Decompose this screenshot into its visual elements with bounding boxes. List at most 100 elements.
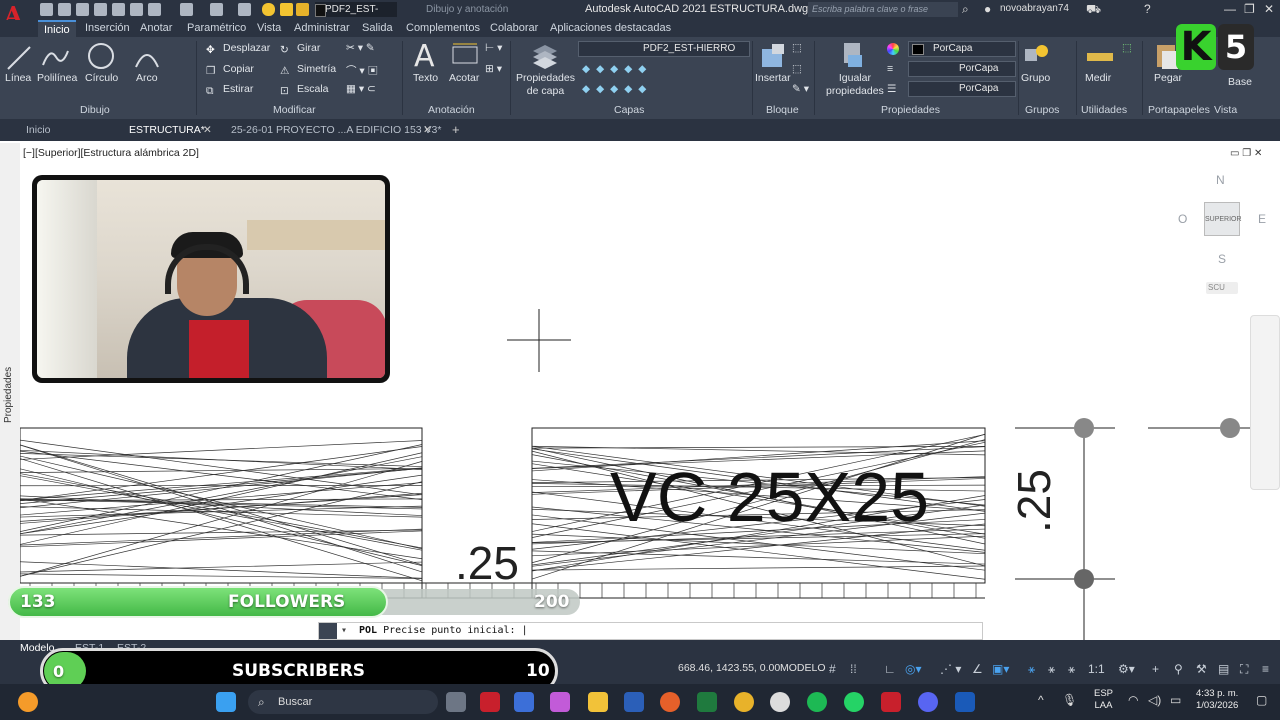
search-icon[interactable]: ⌕ xyxy=(962,2,969,17)
tab-complementos[interactable]: Complementos xyxy=(406,22,480,34)
fullscreen-icon[interactable]: ⛶ xyxy=(1240,662,1248,677)
annotation-visibility-icon[interactable]: ⚹ xyxy=(1048,662,1055,677)
word-icon[interactable] xyxy=(624,692,644,712)
taskbar-search[interactable]: Buscar xyxy=(248,690,438,714)
firefox-icon[interactable] xyxy=(660,692,680,712)
tab-administrar[interactable]: Administrar xyxy=(294,22,350,34)
user-icon[interactable]: ● xyxy=(984,2,991,16)
dimension-icon[interactable] xyxy=(450,41,480,71)
panel-vista[interactable]: Vista xyxy=(1214,104,1237,116)
paste-tool-label[interactable]: Pegar xyxy=(1154,72,1182,84)
doc-tab-inicio[interactable]: Inicio xyxy=(26,124,51,136)
layer-dropdown[interactable]: PDF2_EST-HIEI xyxy=(315,2,397,30)
polar-icon[interactable]: ◎▾ xyxy=(905,662,922,676)
microphone-icon[interactable]: 🎙 xyxy=(1062,693,1077,707)
discord-icon[interactable] xyxy=(918,692,938,712)
table-icon[interactable]: ⊞ ▾ xyxy=(485,63,502,75)
command-line[interactable]: ▾ POL Precise punto inicial: | xyxy=(318,622,983,640)
group-tool-label[interactable]: Grupo xyxy=(1021,72,1050,84)
linetype-icon[interactable]: ≡ xyxy=(887,63,893,75)
cart-icon[interactable]: ⛟ xyxy=(1086,2,1101,18)
line-icon[interactable] xyxy=(4,43,34,73)
arc-icon[interactable] xyxy=(132,43,162,73)
command-prompt[interactable]: POL Precise punto inicial: | xyxy=(359,623,528,639)
insert-tool-label[interactable]: Insertar xyxy=(755,72,791,84)
quick-properties-icon[interactable]: ⚒ xyxy=(1196,662,1207,676)
axis-node-bottom[interactable] xyxy=(1074,569,1094,589)
panel-capas[interactable]: Capas xyxy=(614,104,644,116)
units-icon[interactable]: ⚲ xyxy=(1174,662,1183,676)
properties-palette-label[interactable]: Propiedades xyxy=(3,367,14,423)
edit-block-icon[interactable]: ⬚ xyxy=(792,63,802,75)
revit-icon[interactable] xyxy=(955,692,975,712)
save-web-icon[interactable] xyxy=(130,3,143,16)
save-icon[interactable] xyxy=(76,3,89,16)
annotation-scale-icon[interactable]: ⚹ xyxy=(1028,662,1035,677)
close-tab-icon[interactable]: ✕ xyxy=(203,124,212,136)
tab-vista[interactable]: Vista xyxy=(257,22,281,34)
measure-icon[interactable] xyxy=(1085,43,1115,73)
layer-properties-label[interactable]: Propiedades de capa xyxy=(516,72,575,98)
panel-utilidades[interactable]: Utilidades xyxy=(1081,104,1127,116)
mirror-button[interactable]: ⚠ Simetría xyxy=(280,63,336,77)
array-icon[interactable]: ▦ ▾ ⊂ xyxy=(346,83,376,95)
insert-block-icon[interactable] xyxy=(758,41,788,71)
viewcube-north[interactable]: N xyxy=(1216,173,1225,187)
viewcube-south[interactable]: S xyxy=(1218,252,1226,266)
language-indicator[interactable]: ESP LAA xyxy=(1094,688,1113,712)
text-tool-label[interactable]: Texto xyxy=(413,72,438,84)
viewport-label[interactable]: [−][Superior][Estructura alámbrica 2D] xyxy=(23,147,199,159)
netflix-icon[interactable] xyxy=(480,692,500,712)
create-block-icon[interactable]: ⬚ xyxy=(792,42,802,54)
tab-colaborar[interactable]: Colaborar xyxy=(490,22,538,34)
customize-icon[interactable]: ≡ xyxy=(1262,662,1269,676)
doc-tab-estructura[interactable]: ESTRUCTURA* xyxy=(129,124,205,136)
leader-icon[interactable]: ⊢ ▾ xyxy=(485,42,502,54)
spotify-icon[interactable] xyxy=(807,692,827,712)
line-tool-label[interactable]: Línea xyxy=(5,72,31,84)
dim-text-left[interactable]: .25 xyxy=(455,537,519,589)
axis-node-right[interactable] xyxy=(1220,418,1240,438)
navigation-bar[interactable] xyxy=(1250,315,1280,490)
whatsapp-icon[interactable] xyxy=(844,692,864,712)
layer-tools-row2[interactable]: ◆◆◆◆◆ xyxy=(582,83,652,95)
battery-icon[interactable]: ▭ xyxy=(1170,693,1181,707)
osnap-tracking-icon[interactable]: ∠ xyxy=(972,662,983,676)
text-icon[interactable]: A xyxy=(414,39,435,74)
isodraft-icon[interactable]: ⋰ ▾ xyxy=(940,662,961,676)
polyline-tool-label[interactable]: Polilínea xyxy=(37,72,77,84)
panel-anotacion[interactable]: Anotación xyxy=(428,104,475,116)
circle-icon[interactable] xyxy=(86,41,116,71)
task-view-icon[interactable] xyxy=(446,692,466,712)
wifi-icon[interactable]: ◠ xyxy=(1128,693,1138,707)
properties-palette-strip[interactable]: Propiedades xyxy=(0,143,20,640)
model-space-toggle[interactable]: MODELO xyxy=(780,662,826,674)
move-button[interactable]: ✥ Desplazar xyxy=(206,42,270,56)
lineweight-dropdown[interactable]: PorCapa xyxy=(908,81,1016,97)
grid-icon[interactable]: # xyxy=(829,662,836,676)
layer-properties-icon[interactable] xyxy=(530,41,560,71)
start-icon[interactable] xyxy=(216,692,236,712)
clock[interactable]: 4:33 p. m. 1/03/2026 xyxy=(1196,688,1238,712)
viewcube-east[interactable]: E xyxy=(1258,212,1266,226)
search-input[interactable]: Escriba palabra clave o frase xyxy=(808,2,958,17)
lightbulb-icon[interactable] xyxy=(262,3,275,16)
workspace-gear-icon[interactable]: ⚙▾ xyxy=(1118,662,1135,676)
scale-dropdown[interactable]: 1:1 xyxy=(1088,662,1105,676)
redo-icon[interactable] xyxy=(210,3,223,16)
osnap-icon[interactable]: ▣▾ xyxy=(992,662,1009,676)
match-properties-label[interactable]: Igualar propiedades xyxy=(826,72,884,98)
command-settings-icon[interactable] xyxy=(319,623,337,639)
polyline-icon[interactable] xyxy=(40,43,70,73)
match-properties-icon[interactable] xyxy=(838,41,868,71)
save-as-icon[interactable] xyxy=(94,3,107,16)
circle-tool-label[interactable]: Círculo xyxy=(85,72,118,84)
auto-scale-icon[interactable]: ⚹ xyxy=(1068,662,1075,677)
panel-propiedades[interactable]: Propiedades xyxy=(881,104,940,116)
weather-icon[interactable] xyxy=(18,692,38,712)
arc-tool-label[interactable]: Arco xyxy=(136,72,158,84)
user-name[interactable]: novoabrayan74 xyxy=(1000,3,1069,14)
undo-icon[interactable] xyxy=(180,3,193,16)
copilot-icon[interactable] xyxy=(550,692,570,712)
ortho-icon[interactable]: ∟ xyxy=(884,662,896,676)
